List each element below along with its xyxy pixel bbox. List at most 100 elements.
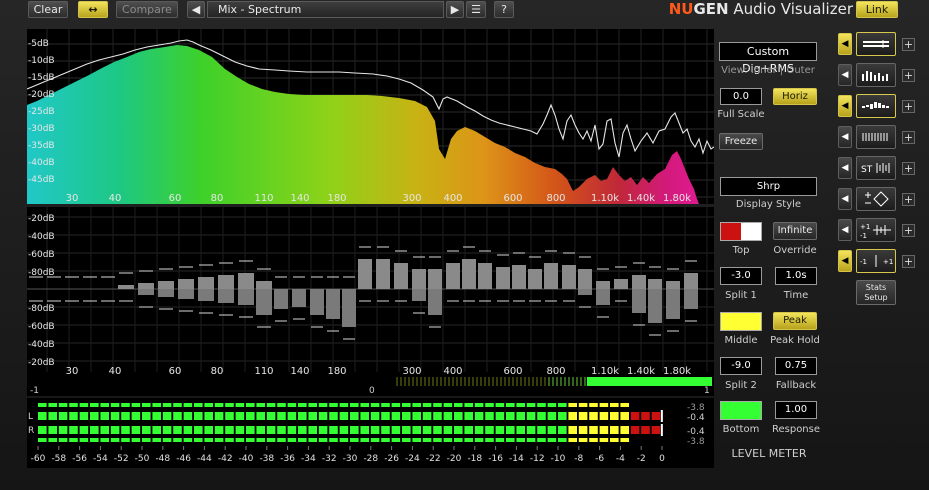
swap-compare-button[interactable]: ↔ (78, 1, 108, 18)
meter-segment (402, 426, 411, 434)
vis-select-6[interactable]: ◀ (838, 188, 852, 210)
response-field[interactable]: 1.00 (775, 401, 817, 419)
meter-segment (69, 438, 78, 442)
compare-button[interactable]: Compare (116, 1, 178, 18)
vis-select-1[interactable]: ◀ (838, 33, 852, 55)
spectrum-db-label: -15dB (28, 73, 55, 83)
view-toggle[interactable]: View: Inner | Outer (716, 65, 820, 76)
stats-bar-upper (562, 265, 576, 289)
meter-segment (162, 412, 172, 420)
stats-db-label: -60dB (28, 322, 55, 332)
preset-menu-button[interactable]: ☰ (466, 1, 486, 18)
clear-button[interactable]: Clear (28, 1, 68, 18)
response-label: Response (771, 424, 821, 435)
link-button[interactable]: Link (856, 1, 898, 18)
bottom-color-swatch[interactable] (720, 401, 762, 420)
meter-segment (526, 426, 536, 434)
meter-segment (516, 412, 525, 420)
stats-display[interactable]: -20dB -40dB -60dB -80dB -80dB -60dB -40dB -20dB… (27, 207, 714, 377)
triangle-left-icon: ◀ (191, 3, 201, 16)
split2-field[interactable]: -9.0 (720, 357, 762, 375)
meter-scale-label: -22 (426, 454, 441, 464)
meter-segment (183, 412, 193, 420)
top-color-swatch[interactable] (720, 222, 762, 241)
meter-segment (308, 426, 317, 434)
top-color-label: Top (732, 245, 750, 256)
preset-prev-button[interactable]: ◀ (187, 1, 205, 18)
display-mode-selector[interactable]: Custom Dig+RMS (719, 42, 817, 75)
stats-bar-upper (358, 259, 372, 289)
vis-select-8[interactable]: ◀ (838, 250, 852, 272)
time-label: Time (783, 290, 809, 301)
spectrum-analyzer[interactable]: -5dB -10dB -15dB -20dB -25dB -30dB -35dB -40dB -… (27, 29, 714, 204)
vis-button-phase[interactable]: +1 -1 (856, 218, 896, 242)
peak-hold-label: Peak Hold (770, 335, 820, 346)
peak-hold-button[interactable]: Peak (773, 312, 817, 330)
vis-select-4[interactable]: ◀ (838, 126, 852, 148)
meter-segment (329, 438, 338, 442)
meter-segment (485, 403, 494, 407)
full-scale-field[interactable]: 0.0 (720, 88, 762, 105)
display-style-selector[interactable]: Shrp (720, 177, 817, 196)
vis-button-stereo[interactable]: ST (856, 156, 896, 180)
vis-select-5[interactable]: ◀ (838, 157, 852, 179)
meter-scale-label: -16 (488, 454, 503, 464)
meter-scale-label: -30 (343, 454, 358, 464)
vis-button-spectrum[interactable] (856, 63, 896, 87)
vis-add-1[interactable]: + (902, 38, 915, 51)
meter-segment (391, 438, 401, 442)
preset-name-field[interactable]: Mix - Spectrum (207, 1, 444, 18)
vis-select-2[interactable]: ◀ (838, 64, 852, 86)
meter-segment (58, 403, 68, 407)
stats-bar-lower (428, 289, 442, 315)
override-button[interactable]: Infinite (773, 222, 817, 240)
meter-segment (443, 403, 453, 407)
meter-segment (485, 412, 494, 420)
brand-logo: NUGEN Audio Visualizer (669, 0, 853, 19)
stats-db-label: -20dB (28, 214, 55, 224)
vis-button-level-meter[interactable] (856, 32, 896, 56)
vis-add-3[interactable]: + (902, 100, 915, 113)
meter-segment (422, 403, 432, 407)
meter-scale-label: -10 (551, 454, 566, 464)
level-meter-title: LEVEL METER (731, 447, 807, 460)
meter-scale-label: -18 (467, 454, 482, 464)
override-label: Override (773, 245, 817, 256)
meter-segment (433, 412, 442, 420)
vis-button-balance[interactable]: -1 +1 (856, 249, 896, 273)
meter-scale-label: -58 (51, 454, 66, 464)
meter-segment (589, 403, 598, 407)
stats-setup-button[interactable]: Stats Setup (856, 280, 896, 305)
preset-next-button[interactable]: ▶ (446, 1, 464, 18)
meter-segment (422, 426, 432, 434)
stats-bar-upper (446, 263, 460, 289)
meter-segment (256, 438, 265, 442)
time-field[interactable]: 1.0s (775, 267, 817, 285)
vis-add-8[interactable]: + (902, 255, 915, 268)
vis-button-stats[interactable] (856, 94, 896, 118)
vis-add-6[interactable]: + (902, 193, 915, 206)
vis-add-2[interactable]: + (902, 69, 915, 82)
spectrum-freq-label: 180 (327, 193, 346, 204)
split1-field[interactable]: -3.0 (720, 267, 762, 285)
meter-segment (610, 438, 619, 442)
stats-bar-upper (528, 269, 542, 289)
vis-select-7[interactable]: ◀ (838, 219, 852, 241)
vis-add-5[interactable]: + (902, 162, 915, 175)
svg-text:+1: +1 (860, 223, 870, 231)
meter-segment (350, 426, 359, 434)
vis-button-vectorscope[interactable] (856, 187, 896, 211)
horiz-button[interactable]: Horiz (773, 88, 817, 105)
freeze-button[interactable]: Freeze (719, 133, 763, 150)
vis-select-3[interactable]: ◀ (838, 95, 852, 117)
meter-segment (194, 426, 203, 434)
fallback-field[interactable]: 0.75 (775, 357, 817, 375)
vis-add-4[interactable]: + (902, 131, 915, 144)
help-button[interactable]: ? (494, 1, 514, 18)
meter-segment (641, 426, 650, 434)
meter-segment (339, 426, 349, 434)
display-style-label: Display Style (735, 199, 802, 210)
vis-button-correlation[interactable] (856, 125, 896, 149)
vis-add-7[interactable]: + (902, 224, 915, 237)
middle-color-swatch[interactable] (720, 312, 762, 331)
